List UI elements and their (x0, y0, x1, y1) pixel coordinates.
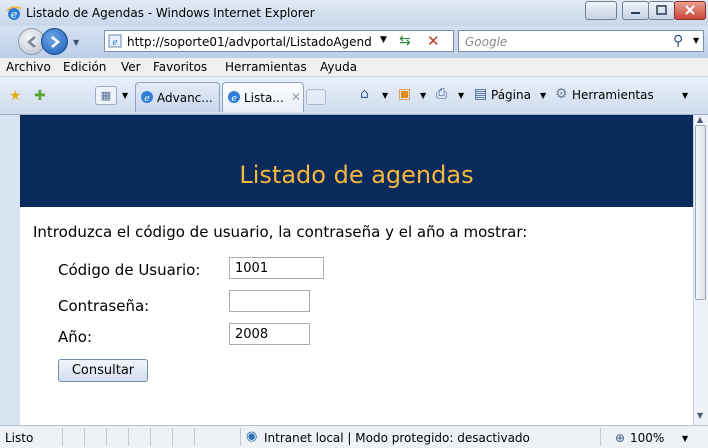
status-divider (172, 428, 173, 446)
svg-text:e: e (231, 94, 236, 104)
svg-text:e: e (144, 94, 149, 104)
menu-ayuda[interactable]: Ayuda (320, 60, 357, 74)
search-icon[interactable]: ⚲ (673, 33, 683, 49)
status-divider (150, 428, 151, 446)
maximize-icon (656, 5, 667, 15)
password-input[interactable] (229, 290, 310, 312)
add-favorites-icon[interactable]: ✚ (34, 88, 46, 104)
search-box[interactable]: Google ⚲ ▼ (458, 30, 704, 52)
status-bar: Listo ◉ Intranet local | Modo protegido:… (0, 425, 708, 448)
page-title: Listado de agendas (239, 161, 474, 189)
menu-edicion[interactable]: Edición (63, 60, 106, 74)
year-label: Año: (58, 328, 92, 346)
address-url[interactable]: http://soporte01/advportal/ListadoAgend (127, 35, 372, 49)
stop-icon[interactable]: ✕ (427, 32, 440, 50)
menu-herramientas[interactable]: Herramientas (225, 60, 307, 74)
status-divider (600, 428, 601, 446)
menu-archivo[interactable]: Archivo (6, 60, 51, 74)
status-divider (194, 428, 195, 446)
home-dropdown-icon[interactable]: ▼ (382, 91, 388, 100)
minimize-icon (631, 12, 640, 14)
scroll-up-icon[interactable]: ▲ (697, 115, 703, 124)
page-icon: e (108, 34, 122, 48)
back-arrow-icon (27, 36, 36, 48)
minimize-button[interactable] (622, 1, 649, 20)
status-divider (128, 428, 129, 446)
home-icon[interactable]: ⌂ (360, 86, 369, 102)
search-placeholder[interactable]: Google (465, 35, 507, 49)
address-dropdown-icon[interactable]: ▼ (380, 35, 387, 45)
status-text: Listo (5, 431, 34, 445)
feeds-icon[interactable]: ▣ (398, 86, 411, 102)
password-label: Contraseña: (58, 297, 150, 315)
menu-favoritos[interactable]: Favoritos (153, 60, 207, 74)
tab-lista[interactable]: e Lista... ✕ (222, 82, 304, 112)
tab-close-icon[interactable]: ✕ (291, 90, 301, 104)
page-menu-icon[interactable]: ▤ (474, 86, 487, 102)
tab-label: Lista... (244, 91, 284, 105)
zoom-level[interactable]: 100% (630, 431, 664, 445)
left-frame (0, 115, 20, 425)
history-dropdown-icon[interactable]: ▼ (73, 38, 79, 47)
instructions-text: Introduzca el código de usuario, la cont… (33, 223, 528, 241)
zoom-dropdown-icon[interactable]: ▼ (682, 434, 688, 443)
forward-button[interactable] (41, 28, 68, 55)
tools-gear-icon[interactable]: ⚙ (555, 86, 568, 102)
ie-logo-icon: e (6, 6, 22, 21)
svg-text:e: e (11, 8, 18, 21)
maximize-button[interactable] (648, 1, 675, 20)
page-viewport: Listado de agendas Introduzca el código … (0, 115, 708, 425)
zoom-icon[interactable]: ⊕ (615, 431, 625, 445)
feeds-dropdown-icon[interactable]: ▼ (420, 91, 426, 100)
close-icon (685, 5, 695, 15)
page-header-top (20, 115, 693, 145)
close-button[interactable] (674, 1, 706, 20)
tools-menu-button[interactable]: Herramientas (572, 88, 654, 102)
status-divider (106, 428, 107, 446)
status-divider (62, 428, 63, 446)
menu-ver[interactable]: Ver (121, 60, 141, 74)
user-code-label: Código de Usuario: (58, 261, 201, 279)
new-tab-button[interactable] (306, 89, 326, 105)
address-bar[interactable]: e http://soporte01/advportal/ListadoAgen… (104, 30, 454, 52)
tab-advanc[interactable]: e Advanc... (135, 82, 220, 112)
favorites-star-icon[interactable]: ★ (9, 88, 22, 104)
forward-arrow-icon (51, 36, 60, 48)
intranet-zone-icon: ◉ (246, 429, 258, 444)
quick-tabs-button[interactable]: ▦ (95, 86, 117, 105)
status-divider (84, 428, 85, 446)
page-menu-button[interactable]: Página (491, 88, 531, 102)
tab-page-icon: e (141, 91, 153, 104)
scrollbar-thumb[interactable] (695, 125, 706, 300)
page-menu-dropdown-icon[interactable]: ▼ (540, 91, 546, 100)
address-toolbar: ▼ e http://soporte01/advportal/ListadoAg… (0, 26, 708, 58)
search-dropdown-icon[interactable]: ▼ (693, 36, 699, 45)
flip-3d-button[interactable] (585, 1, 617, 20)
window-title: Listado de Agendas - Windows Internet Ex… (26, 6, 315, 20)
status-divider (240, 428, 241, 446)
print-dropdown-icon[interactable]: ▼ (458, 91, 464, 100)
tab-list-dropdown-icon[interactable]: ▼ (122, 91, 128, 100)
tab-label: Advanc... (157, 91, 213, 105)
security-zone-text[interactable]: Intranet local | Modo protegido: desacti… (264, 431, 530, 445)
svg-text:e: e (112, 38, 117, 48)
print-icon[interactable]: ⎙ (436, 86, 447, 102)
user-code-input[interactable]: 1001 (229, 257, 324, 279)
tab-page-icon: e (228, 91, 240, 104)
page-header: Listado de agendas (20, 145, 693, 207)
quick-tabs-icon: ▦ (100, 89, 112, 102)
consultar-button[interactable]: Consultar (58, 359, 148, 382)
title-bar: e Listado de Agendas - Windows Internet … (0, 0, 708, 26)
refresh-icon[interactable]: ⇆ (399, 33, 411, 49)
menu-bar: Archivo Edición Ver Favoritos Herramient… (0, 58, 708, 77)
scroll-down-icon[interactable]: ▼ (697, 411, 703, 420)
tools-dropdown-icon[interactable]: ▼ (682, 91, 688, 100)
tab-toolbar: ★ ✚ ▦ ▼ e Advanc... e Lista... ✕ ⌂ ▼ ▣ ▼… (0, 77, 708, 115)
year-input[interactable]: 2008 (229, 323, 310, 345)
